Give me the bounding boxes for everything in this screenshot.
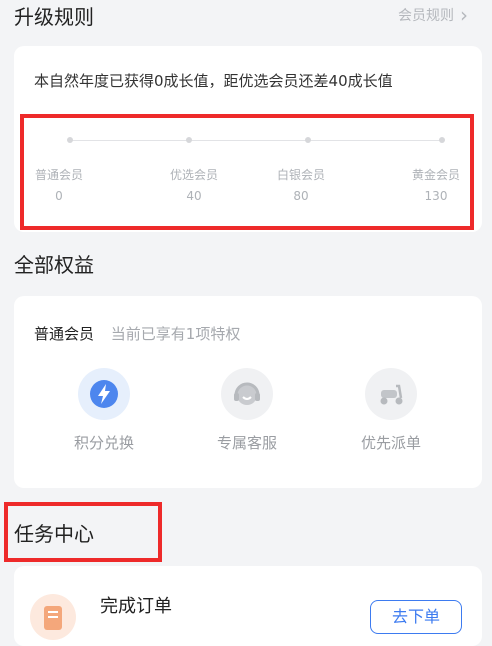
perk-label: 专属客服 [216,434,277,452]
tier-info: 普通会员 当前已享有1项特权 [34,323,240,344]
place-order-button[interactable]: 去下单 [370,600,462,634]
upgrade-header: 升级规则 会员规则 › [0,0,492,30]
benefits-header: 全部权益 [0,246,492,280]
level-highlight-box [20,114,474,230]
benefits-title: 全部权益 [14,252,94,277]
perk-points-exchange[interactable]: 积分兑换 [54,368,154,453]
headset-icon [234,382,260,405]
order-icon [30,594,76,640]
perk-label: 积分兑换 [73,434,134,452]
tier-name: 普通会员 [34,325,95,343]
tier-note: 当前已享有1项特权 [110,325,241,343]
lightning-icon [90,380,118,408]
perk-priority-dispatch[interactable]: 优先派单 [341,368,441,453]
scooter-icon [380,384,403,405]
growth-description: 本自然年度已获得0成长值，距优选会员还差40成长值 [34,72,393,90]
benefits-card: 普通会员 当前已享有1项特权 积分兑换 专属客服 优先派单 [14,296,482,488]
tasks-highlight-box [4,502,162,562]
perk-label: 优先派单 [360,434,421,452]
member-rules-link[interactable]: 会员规则 › [398,5,468,25]
chevron-right-icon: › [460,3,468,27]
upgrade-title: 升级规则 [14,4,94,29]
task-card: 完成订单 去下单 [14,566,482,646]
task-title: 完成订单 [100,596,172,617]
perk-exclusive-service[interactable]: 专属客服 [197,368,297,453]
member-rules-label: 会员规则 [398,8,454,24]
